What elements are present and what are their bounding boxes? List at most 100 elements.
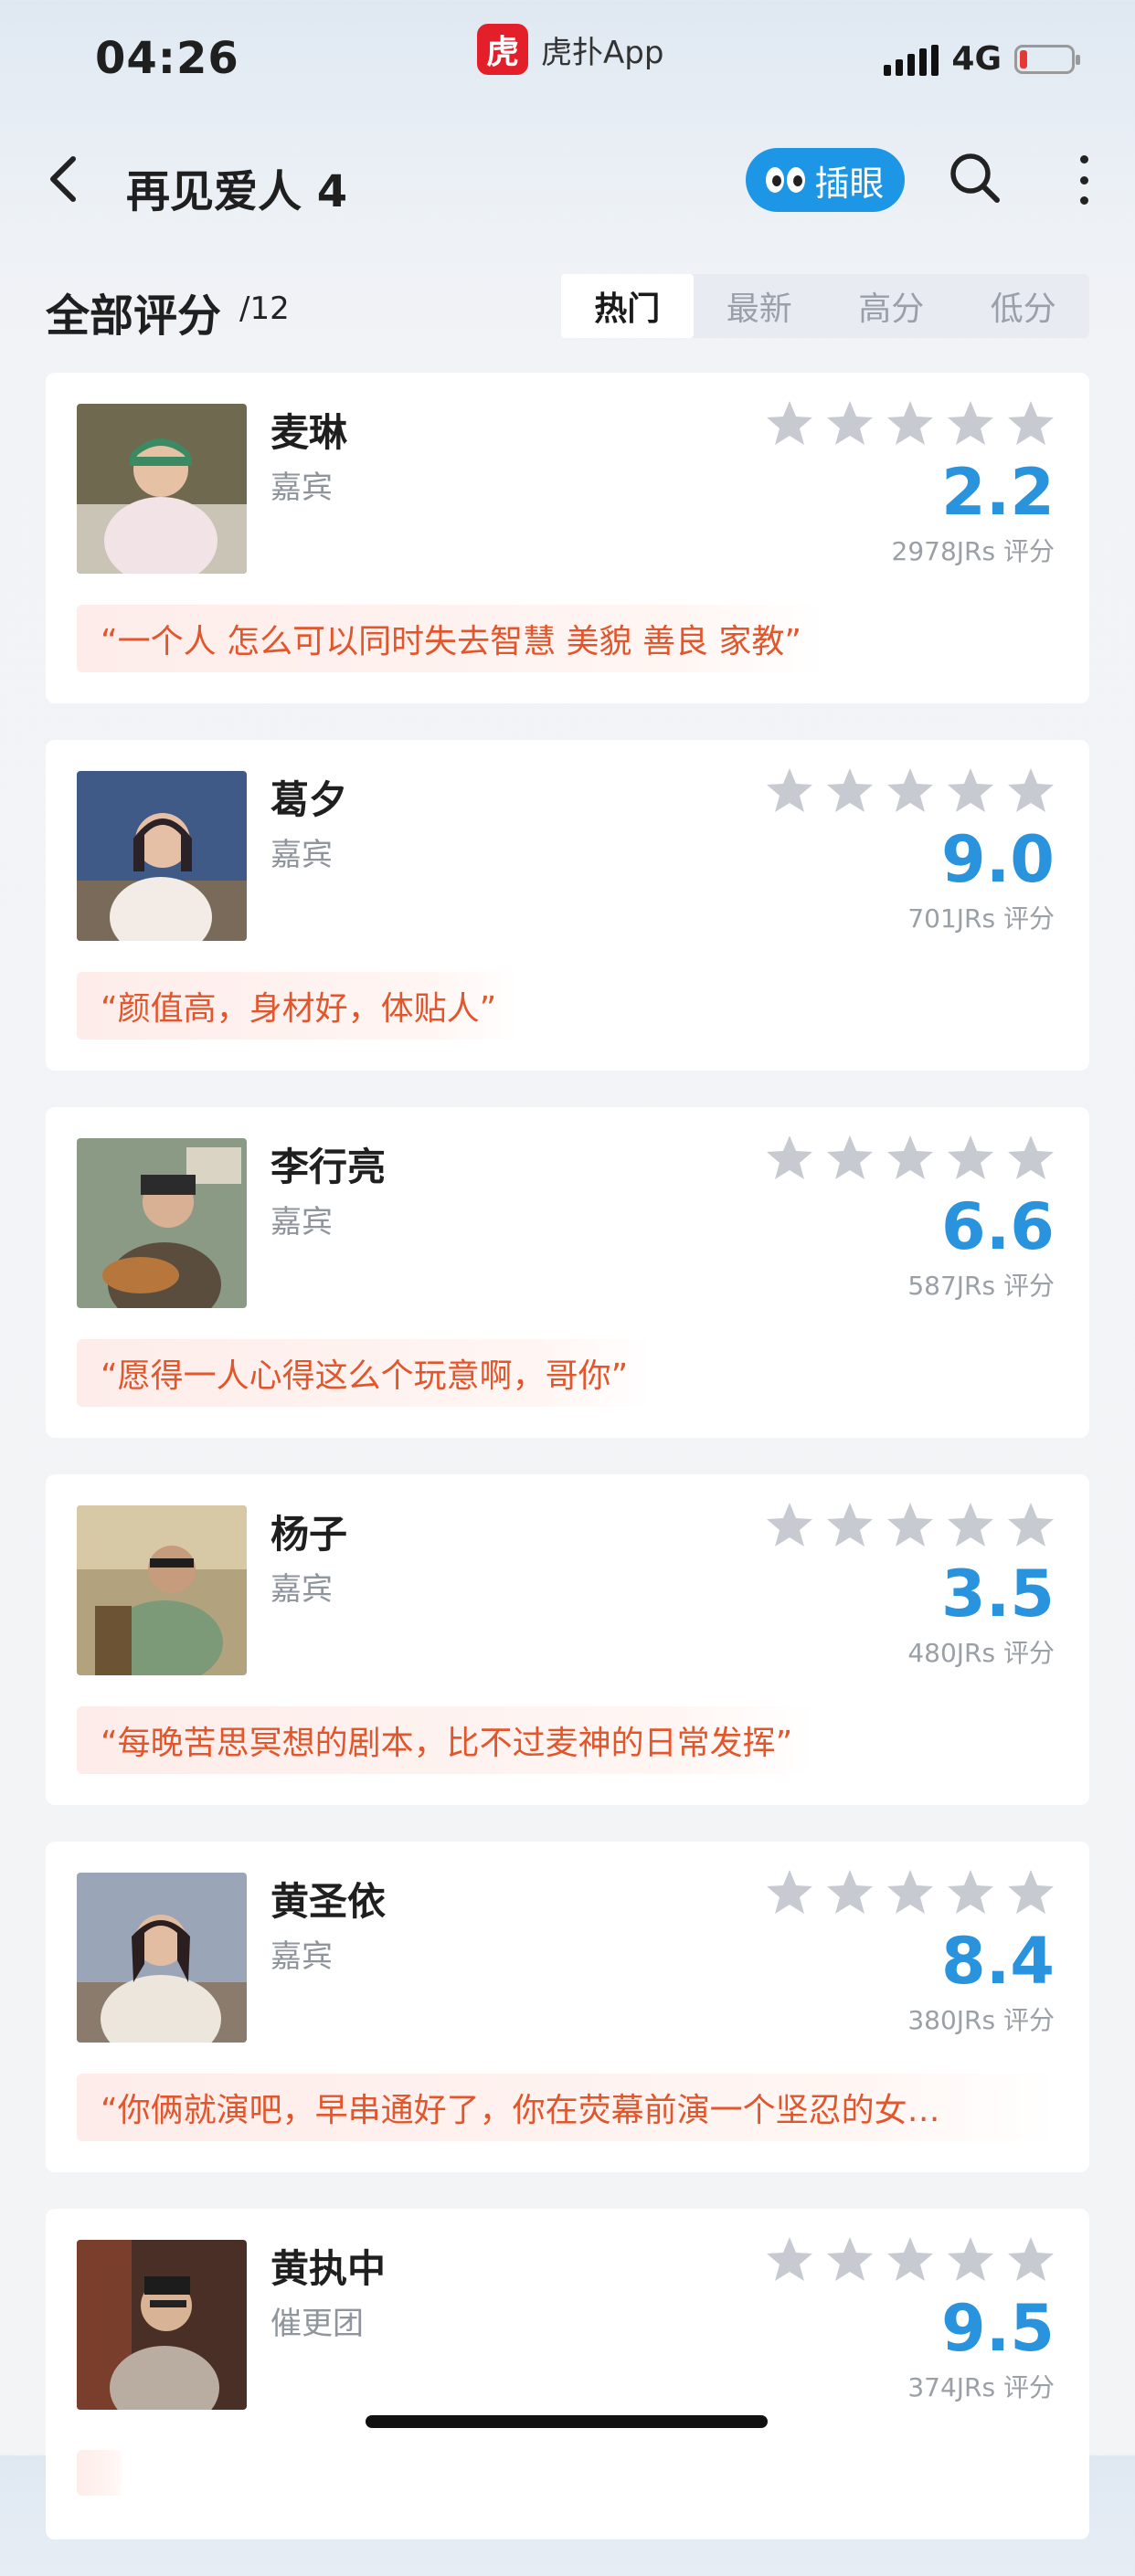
person-name: 葛夕: [270, 777, 348, 822]
section-title: 全部评分: [46, 290, 222, 342]
hupu-logo-icon: 虎: [477, 24, 528, 75]
star-icon: [887, 768, 933, 812]
signal-icon: [884, 43, 939, 76]
status-bar: 04:26 虎 虎扑App 4G: [0, 0, 1135, 119]
more-dot-icon: [1079, 155, 1088, 164]
top-comment: “每晚苦思冥想的剧本，比不过麦神的日常发挥”: [77, 1706, 817, 1774]
star-rating: [764, 1133, 1056, 1184]
person-role: 嘉宾: [270, 837, 333, 873]
top-comment: “一个人 怎么可以同时失去智慧 美貌 善良 家教”: [77, 605, 826, 672]
top-comment: “你俩就演吧，早串通好了，你在荧幕前演一个坚忍的女…: [77, 2074, 1058, 2141]
star-icon: [827, 1503, 873, 1547]
star-icon: [948, 768, 993, 812]
star-icon: [827, 1135, 873, 1179]
star-rating: [764, 1500, 1056, 1551]
more-menu-button[interactable]: [1067, 150, 1100, 210]
star-icon: [767, 1503, 812, 1547]
rating-card[interactable]: 黄圣依 嘉宾 8.4 380JRs 评分 “你俩就演吧，早串通好了，你在荧幕前演…: [46, 1842, 1089, 2172]
status-app: 虎 虎扑App: [477, 24, 663, 75]
tab-hot[interactable]: 热门: [561, 274, 694, 338]
star-icon: [887, 401, 933, 445]
star-icon: [948, 401, 993, 445]
top-nav: 再见爱人 4 插眼: [0, 137, 1135, 228]
person-role: 催更团: [270, 2306, 364, 2342]
score-value: 8.4: [940, 1924, 1055, 1999]
star-icon: [827, 768, 873, 812]
vote-count: 374JRs 评分: [907, 2372, 1055, 2402]
chevron-left-icon: [50, 156, 76, 202]
person-name: 杨子: [270, 1512, 348, 1557]
status-app-name: 虎扑App: [541, 34, 664, 71]
star-icon: [827, 401, 873, 445]
star-rating: [764, 2234, 1056, 2286]
tab-high[interactable]: 高分: [825, 274, 958, 338]
star-icon: [1008, 1870, 1054, 1914]
vote-count: 2978JRs 评分: [891, 536, 1055, 566]
status-right: 4G: [884, 40, 1080, 78]
star-icon: [1008, 1135, 1054, 1179]
star-icon: [827, 2237, 873, 2281]
home-indicator[interactable]: [366, 2415, 768, 2428]
star-icon: [767, 768, 812, 812]
star-icon: [1008, 1503, 1054, 1547]
cha-yan-button[interactable]: 插眼: [746, 148, 905, 212]
tab-latest[interactable]: 最新: [694, 274, 826, 338]
rating-card[interactable]: 李行亮 嘉宾 6.6 587JRs 评分 “愿得一人心得这么个玩意啊，哥你”: [46, 1107, 1089, 1438]
vote-count: 380JRs 评分: [907, 2005, 1055, 2035]
score-value: 9.0: [940, 822, 1055, 897]
rating-card[interactable]: 杨子 嘉宾 3.5 480JRs 评分 “每晚苦思冥想的剧本，比不过麦神的日常发…: [46, 1474, 1089, 1805]
avatar: [77, 1138, 247, 1308]
sort-tabs: 热门 最新 高分 低分: [561, 274, 1089, 338]
page-title: 再见爱人 4: [126, 166, 348, 217]
rating-card[interactable]: 葛夕 嘉宾 9.0 701JRs 评分 “颜值高，身材好，体贴人”: [46, 740, 1089, 1071]
avatar: [77, 771, 247, 941]
section-count: /12: [239, 290, 290, 327]
star-icon: [767, 2237, 812, 2281]
star-rating: [764, 398, 1056, 449]
score-value: 3.5: [940, 1557, 1055, 1631]
person-role: 嘉宾: [270, 1204, 333, 1240]
top-comment: “颜值高，身材好，体贴人”: [77, 972, 521, 1040]
score-value: 9.5: [940, 2291, 1055, 2366]
vote-count: 587JRs 评分: [907, 1271, 1055, 1301]
star-icon: [887, 1870, 933, 1914]
star-rating: [764, 765, 1056, 817]
star-icon: [948, 1870, 993, 1914]
star-icon: [767, 401, 812, 445]
avatar: [77, 1873, 247, 2043]
person-name: 李行亮: [270, 1145, 387, 1189]
vote-count: 701JRs 评分: [907, 903, 1055, 934]
rating-card[interactable]: 黄执中 催更团 9.5 374JRs 评分: [46, 2209, 1089, 2539]
star-icon: [948, 1503, 993, 1547]
search-icon: [950, 153, 1000, 203]
rating-card[interactable]: 麦琳 嘉宾 2.2 2978JRs 评分 “一个人 怎么可以同时失去智慧 美貌 …: [46, 373, 1089, 703]
avatar: [77, 404, 247, 574]
star-rating: [764, 1867, 1056, 1918]
person-name: 黄圣依: [270, 1879, 387, 1924]
tab-low[interactable]: 低分: [958, 274, 1090, 338]
star-icon: [827, 1870, 873, 1914]
avatar: [77, 2240, 247, 2410]
back-button[interactable]: [42, 152, 88, 206]
star-icon: [887, 1503, 933, 1547]
star-icon: [1008, 2237, 1054, 2281]
search-button[interactable]: [947, 150, 1002, 205]
star-icon: [887, 1135, 933, 1179]
star-icon: [767, 1135, 812, 1179]
person-role: 嘉宾: [270, 1938, 333, 1975]
star-icon: [948, 2237, 993, 2281]
ratings-section-header: 全部评分 /12 热门 最新 高分 低分: [46, 274, 1089, 342]
star-icon: [1008, 401, 1054, 445]
top-comment: “愿得一人心得这么个玩意啊，哥你”: [77, 1339, 652, 1407]
network-type: 4G: [951, 40, 1002, 78]
person-name: 麦琳: [270, 410, 348, 455]
eyes-icon: [766, 167, 806, 193]
person-role: 嘉宾: [270, 1571, 333, 1608]
person-role: 嘉宾: [270, 470, 333, 506]
rating-list: 麦琳 嘉宾 2.2 2978JRs 评分 “一个人 怎么可以同时失去智慧 美貌 …: [46, 373, 1089, 2576]
star-icon: [1008, 768, 1054, 812]
star-icon: [767, 1870, 812, 1914]
vote-count: 480JRs 评分: [907, 1638, 1055, 1668]
battery-icon: [1014, 44, 1080, 74]
score-value: 2.2: [940, 455, 1055, 530]
